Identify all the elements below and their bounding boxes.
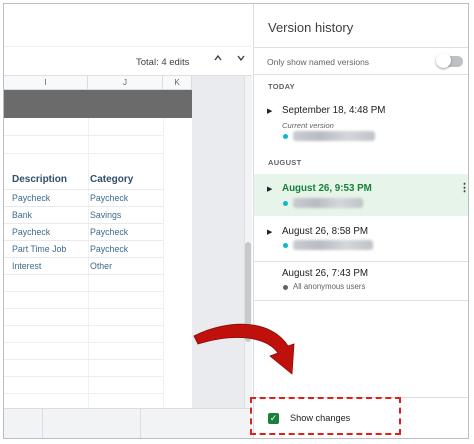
grid-row-line — [4, 153, 163, 154]
table-row: Interest Other — [4, 258, 163, 275]
description-cell[interactable]: Paycheck — [12, 193, 88, 203]
grid-row-line — [4, 342, 163, 343]
category-cell[interactable]: Paycheck — [90, 227, 162, 237]
named-versions-row: Only show named versions — [254, 47, 468, 75]
version-entry[interactable]: ▶ August 26, 8:58 PM — [254, 216, 468, 260]
grid-row-line — [4, 135, 163, 136]
grid-row-line — [4, 308, 163, 309]
category-cell[interactable]: Other — [90, 261, 162, 271]
table-header-row: Description Category — [4, 171, 163, 190]
author-dot — [283, 201, 288, 206]
expand-icon[interactable]: ▶ — [267, 228, 272, 236]
version-date: August 26, 9:53 PM — [282, 183, 372, 194]
top-bar — [4, 4, 252, 47]
description-cell[interactable]: Bank — [12, 210, 88, 220]
category-cell[interactable]: Paycheck — [90, 193, 162, 203]
grid-row-line — [4, 359, 163, 360]
panel-title: Version history — [268, 20, 354, 35]
author-dot — [283, 285, 288, 290]
grid-row-line — [4, 393, 163, 394]
next-edit-button[interactable] — [234, 53, 248, 67]
description-header[interactable]: Description — [12, 174, 67, 185]
version-entry[interactable]: ▶ September 18, 4:48 PM Current version — [254, 97, 468, 150]
author-name-blurred — [293, 131, 375, 141]
column-header-i[interactable]: I — [4, 76, 88, 90]
table-row: Bank Savings — [4, 207, 163, 224]
toggle-knob[interactable] — [436, 53, 451, 68]
previous-edit-button[interactable] — [211, 53, 225, 67]
section-today: TODAY — [268, 82, 295, 91]
version-divider — [254, 300, 468, 301]
table-row: Paycheck Paycheck — [4, 224, 163, 241]
chevron-down-icon — [237, 55, 245, 62]
chevron-up-icon — [214, 54, 222, 61]
grid-line — [163, 118, 164, 408]
grid-row-line — [4, 376, 163, 377]
tab-divider — [140, 409, 141, 438]
section-august: AUGUST — [268, 158, 302, 167]
total-edits-label: Total: 4 edits — [136, 57, 190, 68]
category-cell[interactable]: Savings — [90, 210, 162, 220]
more-options-icon[interactable]: ⋮ — [459, 183, 468, 194]
sheet-tabs-bar — [4, 408, 252, 438]
version-date: August 26, 8:58 PM — [282, 226, 369, 237]
app-window: Total: 4 edits I J K Description Categor… — [3, 3, 469, 439]
author-name-blurred — [293, 240, 373, 250]
category-cell[interactable]: Paycheck — [90, 244, 162, 254]
category-header[interactable]: Category — [90, 174, 133, 185]
expand-icon[interactable]: ▶ — [267, 107, 272, 115]
grid-row-line — [4, 291, 163, 292]
version-entry[interactable]: August 26, 7:43 PM All anonymous users — [254, 262, 468, 300]
description-cell[interactable]: Interest — [12, 261, 88, 271]
table-row: Paycheck Paycheck — [4, 190, 163, 207]
author-dot — [283, 134, 288, 139]
version-entry-selected[interactable]: ▶ August 26, 9:53 PM ⋮ — [254, 174, 468, 216]
grid-row-line — [4, 325, 163, 326]
column-header-j[interactable]: J — [88, 76, 163, 90]
tab-divider — [42, 409, 43, 438]
red-arrow-icon — [193, 323, 295, 375]
version-date: September 18, 4:48 PM — [282, 105, 386, 116]
edits-toolbar: Total: 4 edits — [4, 47, 252, 76]
author-name-blurred — [293, 198, 363, 208]
description-cell[interactable]: Paycheck — [12, 227, 88, 237]
header-band — [4, 90, 192, 118]
show-changes-label[interactable]: Show changes — [290, 413, 350, 423]
table-row: Part Time Job Paycheck — [4, 241, 163, 258]
column-header-k[interactable]: K — [163, 76, 192, 90]
current-version-label: Current version — [282, 121, 334, 130]
description-cell[interactable]: Part Time Job — [12, 244, 88, 254]
show-changes-checkbox[interactable]: ✓ — [268, 413, 279, 424]
expand-icon[interactable]: ▶ — [267, 185, 272, 193]
author-label: All anonymous users — [293, 282, 366, 291]
version-date: August 26, 7:43 PM — [282, 268, 369, 279]
named-versions-label: Only show named versions — [267, 57, 370, 67]
author-dot — [283, 243, 288, 248]
